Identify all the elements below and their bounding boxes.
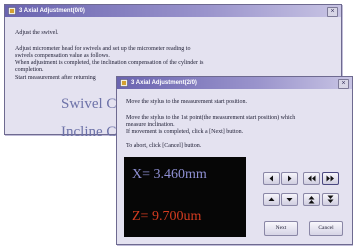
double-arrow-down-icon [327, 195, 334, 203]
jog-right-button[interactable] [281, 172, 298, 185]
incline-compensation-label: Incline C [61, 124, 117, 140]
instruction-text: Adjust micrometer head for swivels and s… [15, 46, 191, 52]
arrow-left-icon [269, 175, 273, 182]
fast-down-button[interactable] [322, 193, 339, 206]
x-position-value: X= 3.460mm [132, 167, 207, 182]
fast-left-button[interactable] [303, 172, 320, 185]
instruction-text: Adjust the swivel. [15, 30, 59, 36]
instruction-text: measure inclination. [126, 122, 175, 128]
next-button[interactable]: Next [264, 221, 298, 236]
swivel-compensation-label: Swivel C [61, 96, 117, 112]
app-icon [8, 7, 16, 15]
title-bar: 3 Axial Adjustment(0/0) [5, 5, 341, 17]
fast-right-button[interactable] [322, 172, 339, 185]
instruction-text: When adjustment is completed, the inclin… [15, 60, 204, 66]
arrow-up-icon [268, 197, 275, 201]
double-arrow-left-icon [308, 175, 316, 182]
title-bar: 3 Axial Adjustment(2/0) [117, 77, 352, 89]
jog-up-button[interactable] [263, 193, 280, 206]
instruction-text: Move the stylus to the measurement start… [126, 99, 247, 105]
position-readout: X= 3.460mm Z= 9.700um [124, 157, 246, 237]
instruction-text: If movement is completed, click a [Next]… [126, 129, 244, 135]
close-button[interactable]: × [327, 7, 338, 17]
adjustment-dialog: 3 Axial Adjustment(2/0) × Move the stylu… [116, 76, 353, 245]
jog-down-button[interactable] [281, 193, 298, 206]
instruction-text: To abort, click [Cancel] button. [126, 143, 202, 149]
double-arrow-up-icon [308, 196, 315, 204]
arrow-down-icon [286, 198, 293, 202]
z-position-value: Z= 9.700um [132, 209, 202, 224]
app-icon [120, 79, 128, 87]
window-title: 3 Axial Adjustment(0/0) [19, 8, 85, 14]
instruction-text: swivels compensation value as follows. [15, 53, 110, 59]
jog-left-button[interactable] [263, 172, 280, 185]
double-arrow-right-icon [326, 175, 334, 182]
instruction-text: Start measurement after returning [15, 75, 96, 81]
arrow-right-icon [288, 175, 292, 182]
instruction-text: completion. [15, 67, 44, 73]
window-title: 3 Axial Adjustment(2/0) [131, 80, 197, 86]
cancel-button[interactable]: Cancel [309, 221, 343, 236]
instruction-text: Move the stylus to the 1st point(the mea… [126, 115, 296, 121]
fast-up-button[interactable] [303, 193, 320, 206]
close-button[interactable]: × [338, 79, 349, 89]
